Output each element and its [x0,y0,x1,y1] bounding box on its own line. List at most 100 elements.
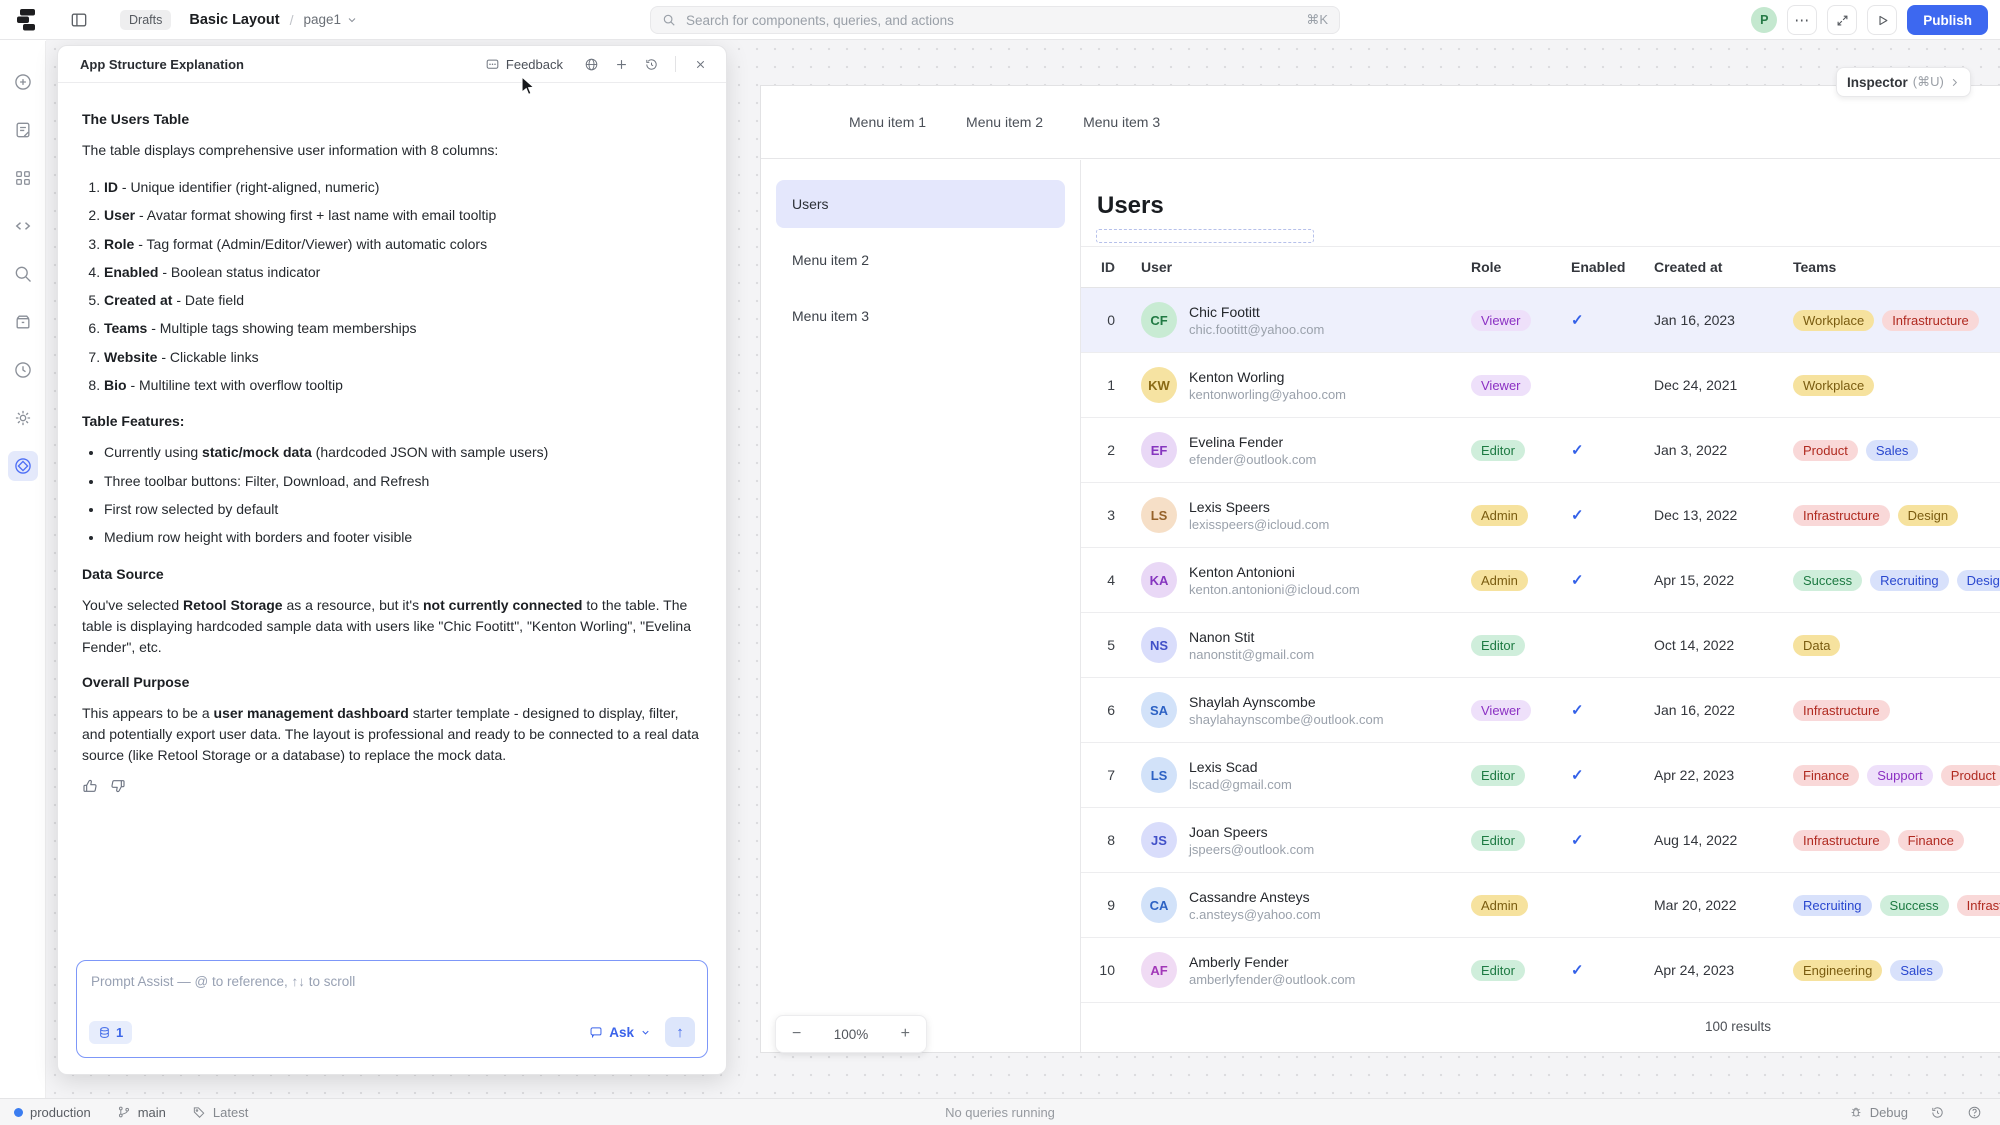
page-selector[interactable]: page1 [303,12,341,27]
column-header[interactable]: Teams [1787,259,2000,275]
cell-user: NSNanon Stitnanonstit@gmail.com [1127,627,1457,663]
table-row[interactable]: 0CFChic Footittchic.footitt@yahoo.comVie… [1081,288,2000,353]
cell-role: Viewer [1457,700,1557,721]
expand-button[interactable] [1827,5,1857,35]
cell-id: 5 [1081,637,1127,653]
search-rail-icon[interactable] [8,259,38,289]
chevron-down-icon[interactable] [346,14,358,26]
web-context-icon[interactable] [579,52,603,76]
release-selector[interactable]: Latest [192,1105,248,1120]
history-rail-icon[interactable] [8,355,38,385]
team-tag: Finance [1793,765,1859,786]
column-header[interactable]: ID [1081,259,1127,275]
more-options-button[interactable]: ⋯ [1787,5,1817,35]
cell-role: Editor [1457,830,1557,851]
context-chip[interactable]: 1 [89,1021,132,1044]
cell-created-at: Apr 22, 2023 [1641,767,1787,783]
preview-button[interactable] [1867,5,1897,35]
cell-role: Editor [1457,440,1557,461]
user-email: amberlyfender@outlook.com [1189,972,1355,987]
column-header[interactable]: Created at [1641,259,1787,275]
search-input[interactable] [684,12,1306,29]
releases-icon[interactable] [8,307,38,337]
app-top-menu-item[interactable]: Menu item 3 [1083,114,1160,130]
user-avatar[interactable]: P [1751,7,1777,33]
column-header[interactable]: Enabled [1557,259,1641,275]
table-row[interactable]: 9CACassandre Ansteysc.ansteys@yahoo.comA… [1081,873,2000,938]
panel-features-list: Currently using static/mock data (hardco… [82,442,702,547]
branch-label: main [138,1105,166,1120]
prompt-input[interactable] [89,973,695,990]
components-icon[interactable] [8,163,38,193]
ask-mode-button[interactable]: Ask [589,1025,651,1040]
app-side-menu-item[interactable]: Menu item 2 [776,236,1065,284]
global-search[interactable]: ⌘K [650,6,1340,34]
cell-user: CFChic Footittchic.footitt@yahoo.com [1127,302,1457,338]
new-thread-icon[interactable] [609,52,633,76]
zoom-in-button[interactable]: + [901,1025,910,1043]
column-header[interactable]: Role [1457,259,1557,275]
app-top-menu-item[interactable]: Menu item 2 [966,114,1043,130]
ai-assistant-icon[interactable] [8,451,38,481]
thread-history-icon[interactable] [639,52,663,76]
settings-icon[interactable] [8,403,38,433]
table-row[interactable]: 10AFAmberly Fenderamberlyfender@outlook.… [1081,938,2000,1003]
zoom-out-button[interactable]: − [792,1025,801,1043]
enabled-check-icon: ✓ [1571,507,1584,524]
retool-logo-icon[interactable] [14,7,38,33]
feedback-button[interactable]: Feedback [485,57,563,72]
send-prompt-button[interactable]: ↑ [665,1017,695,1047]
table-row[interactable]: 5NSNanon Stitnanonstit@gmail.comEditorOc… [1081,613,2000,678]
cell-role: Editor [1457,765,1557,786]
ask-label: Ask [609,1025,634,1040]
user-name: Kenton Antonioni [1189,564,1360,580]
team-tag: Infrastructure [1882,310,1979,331]
history-button[interactable] [1930,1105,1945,1120]
column-item: Website - Clickable links [104,347,702,367]
pages-icon[interactable] [8,115,38,145]
team-tag: Sales [1890,960,1943,981]
environment-dot-icon [14,1108,23,1117]
table-row[interactable]: 1KWKenton Worlingkentonworling@yahoo.com… [1081,353,2000,418]
column-header[interactable]: User [1127,259,1457,275]
table-row[interactable]: 3LSLexis Speerslexisspeers@icloud.comAdm… [1081,483,2000,548]
thumbs-up-icon[interactable] [82,778,98,794]
release-label: Latest [213,1105,248,1120]
section-text: You've selected Retool Storage as a reso… [82,595,702,658]
avatar: LS [1141,497,1177,533]
cell-id: 3 [1081,507,1127,523]
inspector-button[interactable]: Inspector (⌘U) [1836,67,1971,97]
column-item: ID - Unique identifier (right-aligned, n… [104,177,702,197]
drafts-badge[interactable]: Drafts [120,10,171,30]
cell-id: 4 [1081,572,1127,588]
table-row[interactable]: 2EFEvelina Fenderefender@outlook.comEdit… [1081,418,2000,483]
app-top-menu-item[interactable]: Menu item 1 [849,114,926,130]
app-title[interactable]: Basic Layout [189,12,279,28]
user-name: Shaylah Aynscombe [1189,694,1384,710]
branch-selector[interactable]: main [117,1105,166,1120]
table-row[interactable]: 7LSLexis Scadlscad@gmail.comEditor✓Apr 2… [1081,743,2000,808]
add-component-icon[interactable] [8,67,38,97]
panel-toggle-icon[interactable] [64,5,94,35]
app-side-menu-item[interactable]: Users [776,180,1065,228]
environment-selector[interactable]: production [14,1105,91,1120]
help-button[interactable] [1967,1105,1982,1120]
app-top-navigation: Menu item 1 Menu item 2 Menu item 3 [761,86,2000,159]
code-icon[interactable] [8,211,38,241]
table-row[interactable]: 8JSJoan Speersjspeers@outlook.comEditor✓… [1081,808,2000,873]
cell-role: Viewer [1457,310,1557,331]
close-icon[interactable] [688,52,712,76]
publish-button[interactable]: Publish [1907,5,1988,35]
cell-role: Editor [1457,960,1557,981]
team-tag: Infrastructure [1793,505,1890,526]
zoom-level[interactable]: 100% [834,1027,869,1042]
column-item: Teams - Multiple tags showing team membe… [104,318,702,338]
table-row[interactable]: 6SAShaylah Aynscombeshaylahaynscombe@out… [1081,678,2000,743]
table-row[interactable]: 4KAKenton Antonionikenton.antonioni@iclo… [1081,548,2000,613]
app-side-menu-item[interactable]: Menu item 3 [776,292,1065,340]
prompt-input-box[interactable]: 1 Ask ↑ [76,960,708,1058]
section-text: This appears to be a user management das… [82,703,702,766]
thumbs-down-icon[interactable] [110,778,126,794]
team-tag: Finance [1898,830,1964,851]
debug-button[interactable]: Debug [1849,1105,1908,1120]
